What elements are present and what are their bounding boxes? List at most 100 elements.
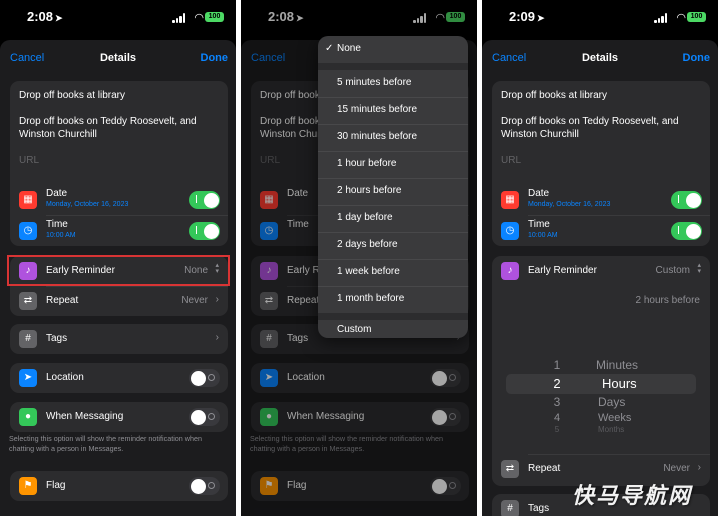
tags-group: # Tags › (10, 324, 228, 354)
wifi-icon: ◠ (676, 12, 686, 24)
picker-number[interactable]: 1 (547, 358, 567, 372)
menu-item[interactable]: 5 minutes before (318, 70, 468, 97)
early-reminder-row[interactable]: ♪ Early Reminder Custom ▴ ▾ (492, 256, 710, 286)
checkmark-icon: ✓ (325, 43, 334, 54)
picker-unit[interactable]: Months (598, 425, 624, 434)
picker-number[interactable]: 3 (547, 395, 567, 409)
signal-icon (654, 13, 668, 23)
menu-item[interactable]: 1 month before (318, 286, 468, 313)
date-value: Monday, October 16, 2023 (46, 201, 129, 208)
hashtag-icon: # (19, 330, 37, 348)
location-arrow-icon: ➤ (55, 13, 63, 23)
location-label: Location (46, 372, 84, 383)
menu-item[interactable]: 15 minutes before (318, 97, 468, 124)
hashtag-icon: # (501, 500, 519, 516)
battery-icon: 100 (687, 12, 706, 22)
flag-group: ⚑ Flag (10, 471, 228, 501)
screenshot-collage: 2:08 ➤ ◠ 100 Cancel Details Done Drop off… (0, 0, 720, 516)
messaging-footnote: Selecting this option will show the remi… (9, 434, 202, 453)
location-row[interactable]: ➤ Location (10, 363, 228, 393)
flag-toggle[interactable] (189, 477, 220, 495)
early-reminder-label: Early Reminder (528, 265, 597, 276)
flag-row[interactable]: ⚑ Flag (10, 471, 228, 501)
picker-number[interactable]: 4 (547, 412, 567, 424)
picker-unit[interactable]: Days (598, 395, 625, 409)
location-toggle[interactable] (189, 369, 220, 387)
wifi-icon: ◠ (194, 12, 204, 24)
calendar-icon: ▦ (501, 191, 519, 209)
messaging-toggle[interactable] (189, 408, 220, 426)
repeat-label: Repeat (46, 295, 79, 306)
location-arrow-icon: ➤ (537, 13, 545, 23)
date-time-group: ▦ Date Monday, October 16, 2023 ◷ Time 1… (492, 184, 710, 246)
date-value: Monday, October 16, 2023 (528, 201, 611, 208)
date-label: Date (46, 188, 68, 199)
date-row[interactable]: ▦ Date Monday, October 16, 2023 (10, 185, 228, 215)
location-arrow-icon: ➤ (19, 369, 37, 387)
picker-unit-selected[interactable]: Hours (602, 376, 637, 391)
messaging-label: When Messaging (46, 411, 124, 422)
time-label: Time (528, 219, 550, 230)
menu-item[interactable]: 1 day before (318, 205, 468, 232)
menu-item-custom[interactable]: Custom (318, 317, 468, 338)
menu-item[interactable]: 2 days before (318, 232, 468, 259)
details-sheet: Cancel Details Done Drop off books at li… (482, 40, 718, 516)
repeat-value: Never (181, 295, 208, 306)
chevron-right-icon: › (215, 332, 219, 343)
watermark: 快马导航网 (571, 483, 692, 508)
battery-icon: 100 (205, 12, 224, 22)
date-toggle[interactable] (671, 191, 702, 209)
time-value: 10:00 AM (528, 232, 558, 239)
nav-bar: Cancel Details Done (482, 40, 718, 76)
time-row[interactable]: ◷ Time 10:00 AM (10, 216, 228, 246)
menu-item[interactable]: 1 week before (318, 259, 468, 286)
up-down-chevron-icon: ▴ ▾ (697, 262, 701, 275)
title-field[interactable]: Drop off books at library (501, 90, 607, 101)
picker-unit[interactable]: Weeks (598, 412, 631, 424)
repeat-value: Never (663, 463, 690, 474)
status-time: 2:08 ➤ (27, 9, 63, 24)
notes-field[interactable]: Drop off books on Teddy Roosevelt, and W… (19, 115, 219, 141)
date-row[interactable]: ▦ Date Monday, October 16, 2023 (492, 185, 710, 215)
flag-label: Flag (46, 480, 66, 491)
calendar-icon: ▦ (19, 191, 37, 209)
done-button[interactable]: Done (201, 52, 229, 64)
status-bar: 2:09 ➤ ◠ 100 (482, 8, 718, 26)
notes-field[interactable]: Drop off books on Teddy Roosevelt, and W… (501, 115, 701, 141)
date-toggle[interactable] (189, 191, 220, 209)
custom-summary: 2 hours before (635, 295, 701, 306)
url-field[interactable]: URL (19, 155, 39, 166)
early-reminder-menu: ✓ None 5 minutes before 15 minutes befor… (318, 36, 468, 338)
picker-selection-band (506, 374, 696, 394)
picker-number[interactable]: 5 (547, 425, 567, 434)
title-field[interactable]: Drop off books at library (19, 90, 125, 101)
menu-item[interactable]: 2 hours before (318, 178, 468, 205)
time-row[interactable]: ◷ Time 10:00 AM (492, 216, 710, 246)
status-bar: 2:08 ➤ ◠ 100 (0, 8, 236, 26)
repeat-row[interactable]: ⇄ Repeat Never › (10, 286, 228, 316)
highlight-box (7, 255, 230, 286)
tags-label: Tags (46, 333, 68, 344)
location-group: ➤ Location (10, 363, 228, 393)
url-field[interactable]: URL (501, 155, 521, 166)
status-time: 2:09 ➤ (509, 9, 545, 24)
tags-label: Tags (528, 503, 550, 514)
date-label: Date (528, 188, 550, 199)
time-toggle[interactable] (189, 222, 220, 240)
time-toggle[interactable] (671, 222, 702, 240)
repeat-label: Repeat (528, 463, 561, 474)
flag-icon: ⚑ (19, 477, 37, 495)
repeat-icon: ⇄ (19, 292, 37, 310)
tags-row[interactable]: # Tags › (10, 324, 228, 354)
picker-number-selected[interactable]: 2 (547, 376, 567, 391)
messaging-group: ● When Messaging (10, 402, 228, 432)
repeat-icon: ⇄ (501, 460, 519, 478)
menu-item[interactable]: 1 hour before (318, 151, 468, 178)
signal-icon (172, 13, 186, 23)
phone-screen-2: 2:08➤ ◠ 100 Cancel Details Drop off book… (241, 0, 477, 516)
done-button[interactable]: Done (683, 52, 711, 64)
menu-item-none[interactable]: ✓ None (318, 36, 468, 63)
messaging-row[interactable]: ● When Messaging (10, 402, 228, 432)
menu-item[interactable]: 30 minutes before (318, 124, 468, 151)
picker-unit[interactable]: Minutes (596, 358, 638, 372)
